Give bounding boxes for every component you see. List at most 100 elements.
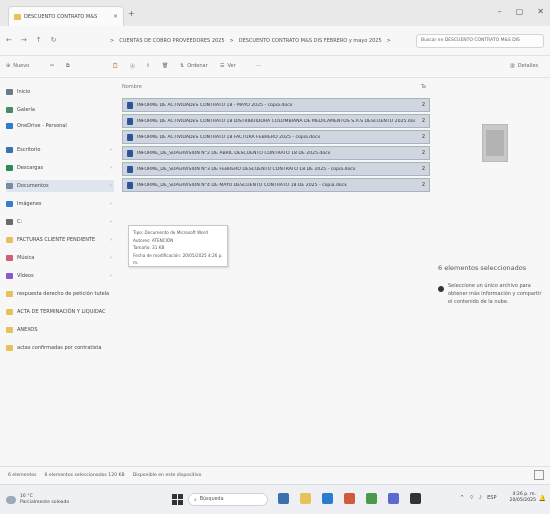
details-view-toggle[interactable] [534, 470, 544, 480]
sidebar-item[interactable]: ANEXOS [6, 324, 114, 336]
share-icon: ⇪ [146, 63, 151, 69]
sidebar-item-label: respuesta derecho de petición tutela [17, 291, 110, 297]
start-button[interactable] [172, 494, 183, 505]
taskbar-app-icon[interactable] [388, 493, 399, 504]
minimize-button[interactable]: – [498, 7, 502, 16]
sidebar-item[interactable]: respuesta derecho de petición tutela [6, 288, 114, 300]
file-row[interactable]: INFORME DE ACTIVIDADES CONTRATO 18 - MAY… [122, 98, 430, 112]
sidebar-item[interactable]: C: › [6, 216, 114, 228]
cut-button[interactable]: ✂ [50, 63, 54, 69]
word-document-icon [127, 181, 133, 189]
back-button[interactable]: ← [6, 36, 12, 44]
column-name[interactable]: Nombre [122, 84, 142, 90]
language-indicator[interactable]: ESP [487, 495, 496, 501]
rename-button[interactable]: Ⓐ [130, 63, 135, 70]
close-window-button[interactable]: ✕ [537, 7, 544, 16]
file-name: INFORME DE ACTIVIDADES CONTRATO 18 FACTU… [137, 134, 321, 140]
navigation-bar: ← → ↑ ↻ > CUENTAS DE COBRO PROVEEDORES 2… [0, 26, 550, 56]
close-tab-icon[interactable]: × [113, 13, 118, 20]
file-row[interactable]: INFORME_DE_SUPERVISION N°2 DE ABRIL DESC… [122, 146, 430, 160]
gallery-icon [6, 107, 13, 113]
share-button[interactable]: ⇪ [146, 63, 150, 69]
desktop-icon [6, 147, 13, 153]
taskbar-app-icon[interactable] [278, 493, 289, 504]
sidebar-item-label: Escritorio [17, 147, 41, 153]
file-stack-icon [482, 124, 508, 162]
tab-descuento-contrato[interactable]: DESCUENTO CONTRATO M&S × [8, 6, 124, 26]
sidebar-item[interactable]: Inicio [6, 86, 114, 98]
taskbar-app-icon[interactable] [300, 493, 311, 504]
paste-button[interactable]: 📋 [112, 63, 118, 69]
tooltip-type: Tipo: Documento de Microsoft Word [133, 230, 208, 235]
file-row[interactable]: INFORME_DE_SUPERVISION N°4 DE MAYO DESCU… [122, 178, 430, 192]
column-size[interactable]: Ta [421, 84, 426, 90]
sort-button[interactable]: ⇅ Ordenar [180, 63, 208, 69]
maximize-button[interactable]: ▢ [516, 7, 524, 16]
tooltip-authors: Autores: ATENCIÓN [133, 237, 174, 243]
scissors-icon: ✂ [50, 63, 55, 69]
sidebar-item-label: Inicio [17, 89, 31, 95]
sidebar-item[interactable]: Descargas › [6, 162, 114, 174]
word-document-icon [127, 101, 133, 109]
new-button[interactable]: ⊕ Nuevo [6, 63, 29, 69]
sidebar-item[interactable]: actas confirmadas por contratista [6, 342, 114, 354]
sidebar-item[interactable]: Escritorio › [6, 144, 114, 156]
search-input[interactable]: Buscar en DESCUENTO CONTRATO M&S DIS [416, 34, 544, 48]
file-name: INFORME_DE_SUPERVISION N°3 DE FEBRERO DE… [137, 166, 356, 172]
word-document-icon [127, 149, 133, 157]
file-size: 2 [421, 166, 425, 172]
details-button[interactable]: ▥ Detalles [510, 63, 538, 69]
home-icon [6, 89, 13, 95]
sidebar-item[interactable]: OneDrive - Personal [6, 120, 114, 132]
sidebar-item[interactable]: ACTA DE TERMINACIÓN Y LIQUIDAC [6, 306, 114, 318]
copy-button[interactable]: ⧉ [66, 63, 70, 69]
breadcrumb-sep: > [110, 38, 115, 44]
new-tab-button[interactable]: + [128, 9, 135, 18]
pin-icon: › [110, 219, 112, 225]
sidebar-item[interactable]: Imágenes › [6, 198, 114, 210]
sidebar-item[interactable]: Vídeos › [6, 270, 114, 282]
file-row[interactable]: INFORME DE ACTIVIDADES CONTRATO 18 DISTR… [122, 114, 430, 128]
view-label: Ver [227, 63, 236, 69]
tray-chevron-icon[interactable]: ^ [460, 495, 464, 501]
sidebar-item-label: C: [17, 219, 23, 225]
refresh-button[interactable]: ↻ [51, 36, 57, 44]
sidebar-item[interactable]: Galería [6, 104, 114, 116]
taskbar-search[interactable]: ⌕ Búsqueda [188, 493, 268, 506]
sidebar-item[interactable]: Documentos › [6, 180, 114, 192]
tooltip-modified: Fecha de modificación: 20/05/2025 4:26 p… [133, 252, 223, 266]
cloud-icon [6, 123, 13, 129]
taskbar: 16 °C Parcialmente soleado ⌕ Búsqueda ^ … [0, 484, 550, 514]
clock[interactable]: 4:26 p. m. 20/05/2025 [510, 492, 536, 504]
breadcrumb-sep: > [229, 38, 234, 44]
item-count: 6 elementos [8, 473, 37, 478]
taskbar-app-icon[interactable] [410, 493, 421, 504]
delete-button[interactable]: 🗑 [162, 63, 168, 69]
breadcrumb-descuento-contrato[interactable]: DESCUENTO CONTRATO M&S DIS FEBRERO y may… [239, 38, 382, 44]
taskbar-app-icon[interactable] [366, 493, 377, 504]
file-row[interactable]: INFORME_DE_SUPERVISION N°3 DE FEBRERO DE… [122, 162, 430, 176]
word-document-icon [127, 165, 133, 173]
sidebar-item-label: Imágenes [17, 201, 42, 207]
forward-button[interactable]: → [21, 36, 27, 44]
sidebar-item[interactable]: FACTURAS CLIENTE PENDIENTE › [6, 234, 114, 246]
view-button[interactable]: ☰ Ver [220, 63, 236, 69]
breadcrumb-cuentas-de-cobro[interactable]: CUENTAS DE COBRO PROVEEDORES 2025 [119, 38, 224, 44]
copy-icon: ⧉ [66, 63, 70, 69]
more-options-button[interactable]: ··· [256, 63, 261, 69]
taskbar-app-icon[interactable] [322, 493, 333, 504]
breadcrumb-sep: > [386, 38, 391, 44]
network-icon[interactable]: ⌔ [469, 495, 474, 501]
word-document-icon [127, 117, 133, 125]
up-button[interactable]: ↑ [36, 36, 42, 44]
file-row[interactable]: INFORME DE ACTIVIDADES CONTRATO 18 FACTU… [122, 130, 430, 144]
notification-bell-icon[interactable]: 🔔 [539, 495, 546, 502]
folder-icon [6, 345, 13, 351]
address-bar[interactable]: > CUENTAS DE COBRO PROVEEDORES 2025 > DE… [110, 34, 410, 48]
sidebar-item[interactable]: Música › [6, 252, 114, 264]
weather-widget[interactable]: 16 °C Parcialmente soleado [6, 494, 69, 506]
volume-icon[interactable]: ♪ [479, 495, 482, 501]
folder-icon [6, 327, 13, 333]
more-label: ··· [256, 63, 261, 69]
taskbar-app-icon[interactable] [344, 493, 355, 504]
